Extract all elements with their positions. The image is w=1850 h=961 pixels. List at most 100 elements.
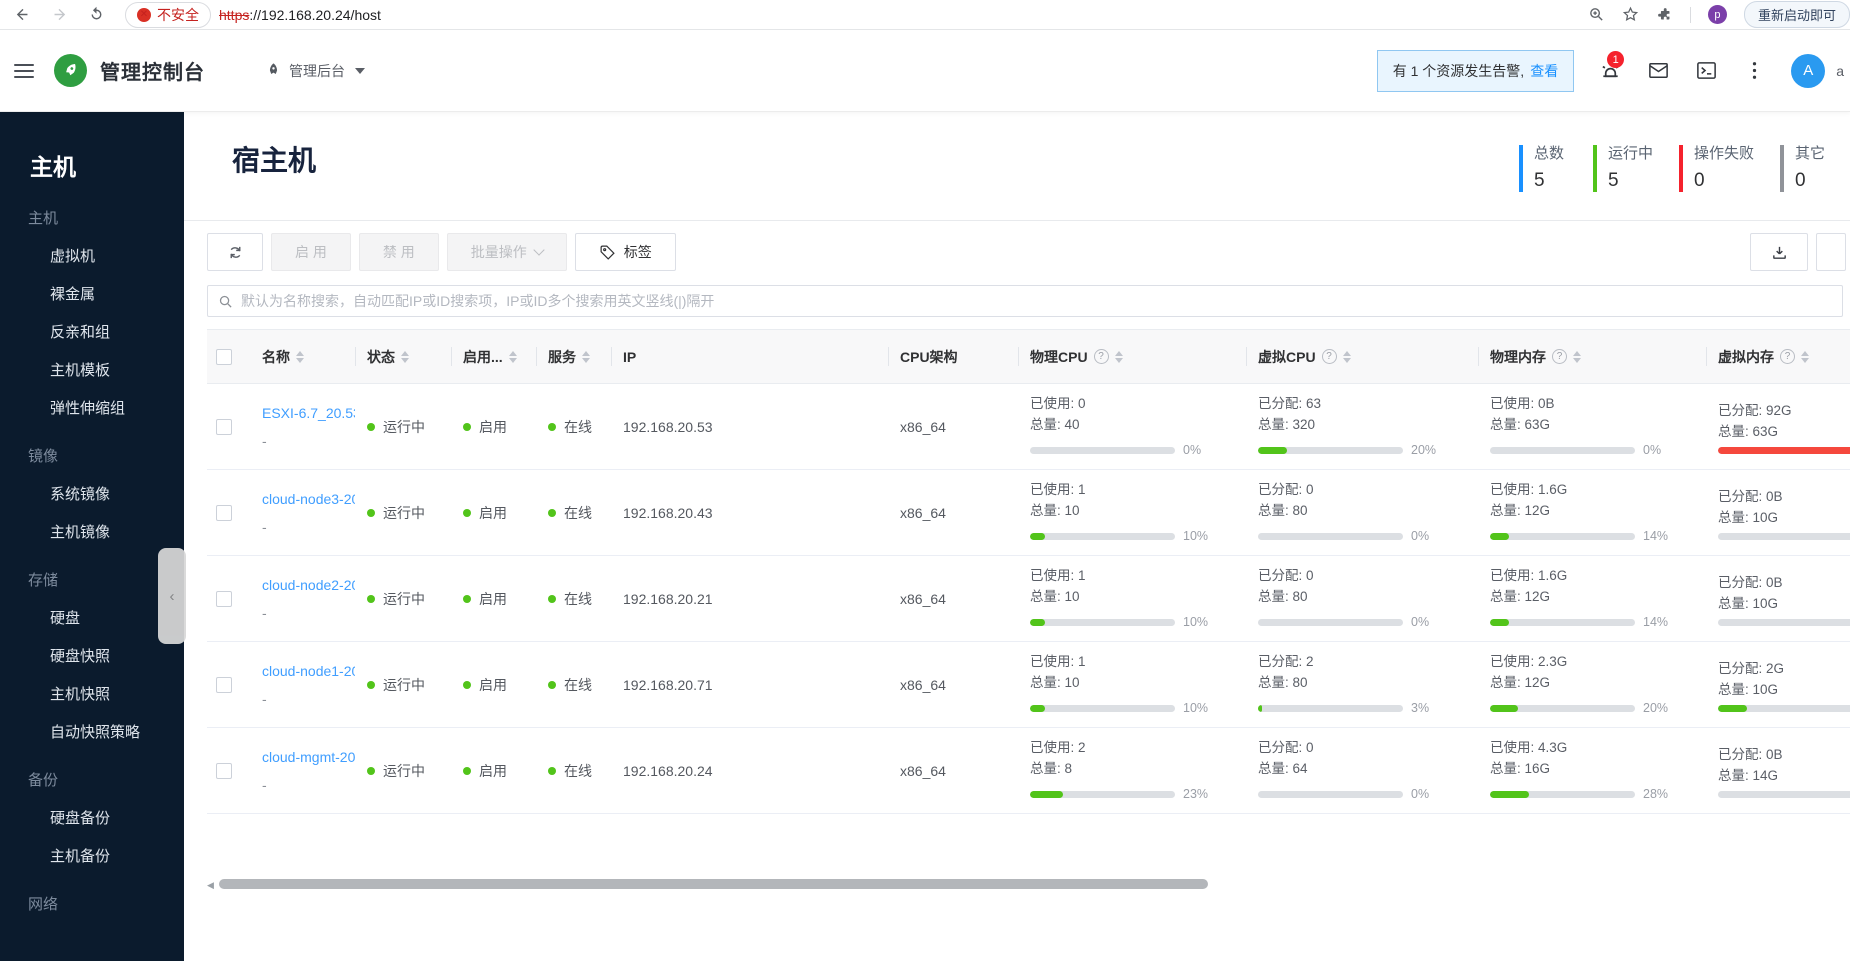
terminal-icon[interactable] (1695, 59, 1718, 82)
alert-banner: 有 1 个资源发生告警, 查看 (1376, 49, 1575, 92)
sort-icon[interactable] (1342, 350, 1351, 363)
usage-bar (1258, 532, 1403, 540)
column-header-arch[interactable]: CPU架构 (888, 330, 1018, 383)
mail-icon[interactable] (1647, 59, 1670, 82)
help-icon[interactable]: ? (1552, 349, 1567, 364)
sidebar-collapse-handle[interactable]: ‹ (158, 548, 186, 644)
host-name-link[interactable]: cloud-mgmt-20-24 (262, 749, 355, 765)
row-checkbox[interactable] (216, 504, 232, 521)
stat-value: 5 (1533, 170, 1545, 191)
export-download-button[interactable] (1750, 233, 1808, 271)
column-settings-button-clipped[interactable] (1816, 233, 1846, 271)
help-icon[interactable]: ? (1093, 349, 1109, 364)
host-name-link[interactable]: cloud-node2-20-21 (262, 577, 355, 593)
help-icon[interactable]: ? (1780, 349, 1795, 364)
status-dot (367, 422, 375, 431)
disable-button[interactable]: 禁 用 (358, 233, 439, 271)
column-header-enabled[interactable]: 启用... (451, 330, 536, 383)
sidebar-group-image[interactable]: 镜像 (0, 438, 184, 476)
sort-icon[interactable] (1573, 350, 1581, 363)
sidebar-item-vm[interactable]: 虚拟机 (0, 238, 184, 276)
sidebar-item-baremetal[interactable]: 裸金属 (0, 276, 184, 314)
table-row[interactable]: cloud-mgmt-20-24 - 运行中 启用 在线 192.168.20.… (207, 728, 1850, 814)
service-cell: 在线 (536, 417, 611, 437)
row-checkbox[interactable] (216, 418, 232, 435)
table-row[interactable]: ESXI-6.7_20.53 - 运行中 启用 在线 192.168.20.53… (207, 384, 1850, 470)
batch-actions-dropdown[interactable]: 批量操作 (446, 233, 567, 271)
host-name-link[interactable]: ESXI-6.7_20.53 (262, 405, 355, 421)
sidebar-item-auto-snapshot-policy[interactable]: 自动快照策略 (0, 714, 184, 752)
help-icon[interactable]: ? (1321, 349, 1337, 364)
table-row[interactable]: cloud-node1-20-71 - 运行中 启用 在线 192.168.20… (207, 642, 1850, 728)
usage-bar (1030, 704, 1175, 712)
sidebar-item-host-snapshot[interactable]: 主机快照 (0, 676, 184, 714)
sidebar-item-host-template[interactable]: 主机模板 (0, 352, 184, 390)
sort-icon[interactable] (508, 350, 517, 363)
user-avatar[interactable]: A (1791, 53, 1826, 88)
hamburger-menu-icon[interactable] (14, 63, 34, 78)
sidebar-group-network[interactable]: 网络 (0, 886, 184, 924)
enable-button[interactable]: 启 用 (271, 233, 351, 271)
column-header-vcpu[interactable]: 虚拟CPU ? (1246, 330, 1478, 383)
address-bar[interactable]: ✕ 不安全 https://192.168.20.24/host (125, 1, 381, 28)
download-icon (1772, 246, 1786, 259)
table-row[interactable]: cloud-node3-20-43 - 运行中 启用 在线 192.168.20… (207, 470, 1850, 556)
allocated-line: 已分配: 0B (1718, 746, 1783, 762)
refresh-button[interactable] (207, 233, 263, 271)
sort-icon[interactable] (401, 350, 409, 363)
extensions-icon[interactable] (1656, 6, 1673, 23)
sidebar-item-disk[interactable]: 硬盘 (0, 600, 184, 638)
forward-icon[interactable] (51, 6, 68, 23)
host-name-link[interactable]: cloud-node3-20-43 (262, 491, 355, 507)
row-checkbox[interactable] (216, 590, 232, 607)
sort-icon[interactable] (296, 350, 304, 363)
url-text[interactable]: https://192.168.20.24/host (219, 7, 381, 23)
row-checkbox[interactable] (216, 676, 232, 693)
sidebar-group-host[interactable]: 主机 (0, 200, 184, 238)
horizontal-scrollbar-thumb[interactable] (219, 879, 1208, 889)
physical-cpu-cell: 已使用: 0 总量: 40 0% (1018, 393, 1246, 461)
sidebar-item-autoscale-group[interactable]: 弹性伸缩组 (0, 390, 184, 428)
bookmark-star-icon[interactable] (1622, 6, 1639, 23)
column-header-name[interactable]: 名称 (250, 330, 355, 383)
reload-icon[interactable] (88, 6, 105, 23)
page-title: 宿主机 (232, 145, 317, 176)
table-header: 名称 状态 启用... 服务 IP CPU架构 物理CPU ? 虚拟CPU ? … (207, 329, 1850, 384)
app-logo[interactable] (54, 54, 87, 87)
sidebar-item-antiaffinity[interactable]: 反亲和组 (0, 314, 184, 352)
used-line: 已使用: 0B (1490, 395, 1555, 411)
scrollbar-left-arrow-icon[interactable]: ◀ (207, 880, 214, 891)
table-row[interactable]: cloud-node2-20-21 - 运行中 启用 在线 192.168.20… (207, 556, 1850, 642)
sidebar-item-host-backup[interactable]: 主机备份 (0, 838, 184, 876)
security-chip[interactable]: ✕ 不安全 (125, 1, 211, 28)
browser-restart-button[interactable]: 重新启动即可 (1743, 1, 1850, 28)
column-header-ip[interactable]: IP (611, 330, 888, 383)
sort-icon[interactable] (582, 350, 590, 363)
sort-icon[interactable] (1801, 350, 1809, 363)
sidebar-group-storage[interactable]: 存储 (0, 562, 184, 600)
sidebar-item-disk-snapshot[interactable]: 硬盘快照 (0, 638, 184, 676)
username-partial: a (1836, 62, 1844, 79)
more-menu-icon[interactable] (1743, 59, 1766, 82)
column-header-service[interactable]: 服务 (536, 330, 611, 383)
sidebar-item-host-image[interactable]: 主机镜像 (0, 514, 184, 552)
sidebar-item-disk-backup[interactable]: 硬盘备份 (0, 800, 184, 838)
alert-view-link[interactable]: 查看 (1530, 61, 1558, 81)
sort-icon[interactable] (1114, 350, 1123, 363)
allocated-line: 已分配: 2 (1258, 653, 1314, 669)
column-header-vmem[interactable]: 虚拟内存 ? (1706, 330, 1850, 383)
workspace-switcher[interactable]: 管理后台 (265, 61, 365, 81)
tag-button[interactable]: 标签 (574, 233, 676, 271)
select-all-checkbox[interactable] (216, 348, 232, 365)
zoom-icon[interactable] (1588, 6, 1605, 23)
search-input[interactable] (241, 293, 1832, 309)
row-checkbox[interactable] (216, 762, 232, 779)
host-name-link[interactable]: cloud-node1-20-71 (262, 663, 355, 679)
column-header-status[interactable]: 状态 (355, 330, 451, 383)
sidebar-item-system-image[interactable]: 系统镜像 (0, 476, 184, 514)
browser-profile-avatar[interactable]: p (1707, 5, 1727, 24)
back-icon[interactable] (14, 6, 31, 23)
column-header-pcpu[interactable]: 物理CPU ? (1018, 330, 1246, 383)
sidebar-group-backup[interactable]: 备份 (0, 762, 184, 800)
column-header-pmem[interactable]: 物理内存 ? (1478, 330, 1706, 383)
